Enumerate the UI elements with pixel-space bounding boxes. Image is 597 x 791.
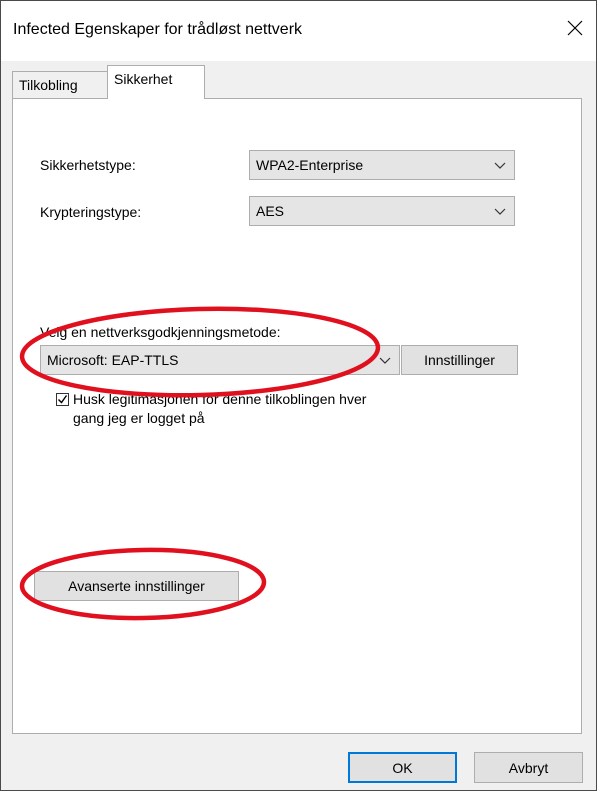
ok-button[interactable]: OK — [348, 752, 457, 783]
close-icon — [567, 20, 583, 36]
tab-security-label: Sikkerhet — [114, 71, 173, 87]
tab-security[interactable]: Sikkerhet — [107, 65, 205, 99]
auth-method-dropdown[interactable]: Microsoft: EAP-TTLS — [40, 345, 400, 375]
advanced-settings-button[interactable]: Avanserte innstillinger — [34, 571, 239, 601]
security-type-dropdown[interactable]: WPA2-Enterprise — [249, 150, 515, 180]
chevron-down-icon — [379, 357, 391, 364]
tab-connection-label: Tilkobling — [19, 77, 78, 93]
auth-settings-button[interactable]: Innstillinger — [401, 345, 518, 375]
security-type-value: WPA2-Enterprise — [256, 157, 364, 173]
tab-connection[interactable]: Tilkobling — [12, 71, 108, 98]
encryption-type-dropdown[interactable]: AES — [249, 196, 515, 226]
title-bar: Infected Egenskaper for trådløst nettver… — [1, 1, 596, 61]
auth-method-label: Velg en nettverksgodkjenningsmetode: — [40, 324, 281, 340]
remember-credentials-label-line2: gang jeg er logget på — [73, 410, 205, 426]
checkmark-icon — [58, 395, 68, 404]
chevron-down-icon — [494, 162, 506, 169]
chevron-down-icon — [494, 208, 506, 215]
cancel-button[interactable]: Avbryt — [474, 752, 583, 783]
encryption-type-value: AES — [256, 203, 285, 219]
dialog-title: Infected Egenskaper for trådløst nettver… — [13, 21, 303, 38]
encryption-type-label: Krypteringstype: — [40, 204, 142, 220]
properties-dialog: Infected Egenskaper for trådløst nettver… — [0, 0, 597, 791]
close-button[interactable] — [558, 11, 592, 45]
security-tab-panel: Sikkerhetstype: WPA2-Enterprise Krypteri… — [12, 98, 582, 734]
remember-credentials-label-line1: Husk legitimasjonen for denne tilkobling… — [73, 391, 367, 407]
security-type-label: Sikkerhetstype: — [40, 157, 136, 173]
auth-method-value: Microsoft: EAP-TTLS — [47, 352, 179, 368]
remember-credentials-checkbox[interactable] — [56, 393, 69, 406]
